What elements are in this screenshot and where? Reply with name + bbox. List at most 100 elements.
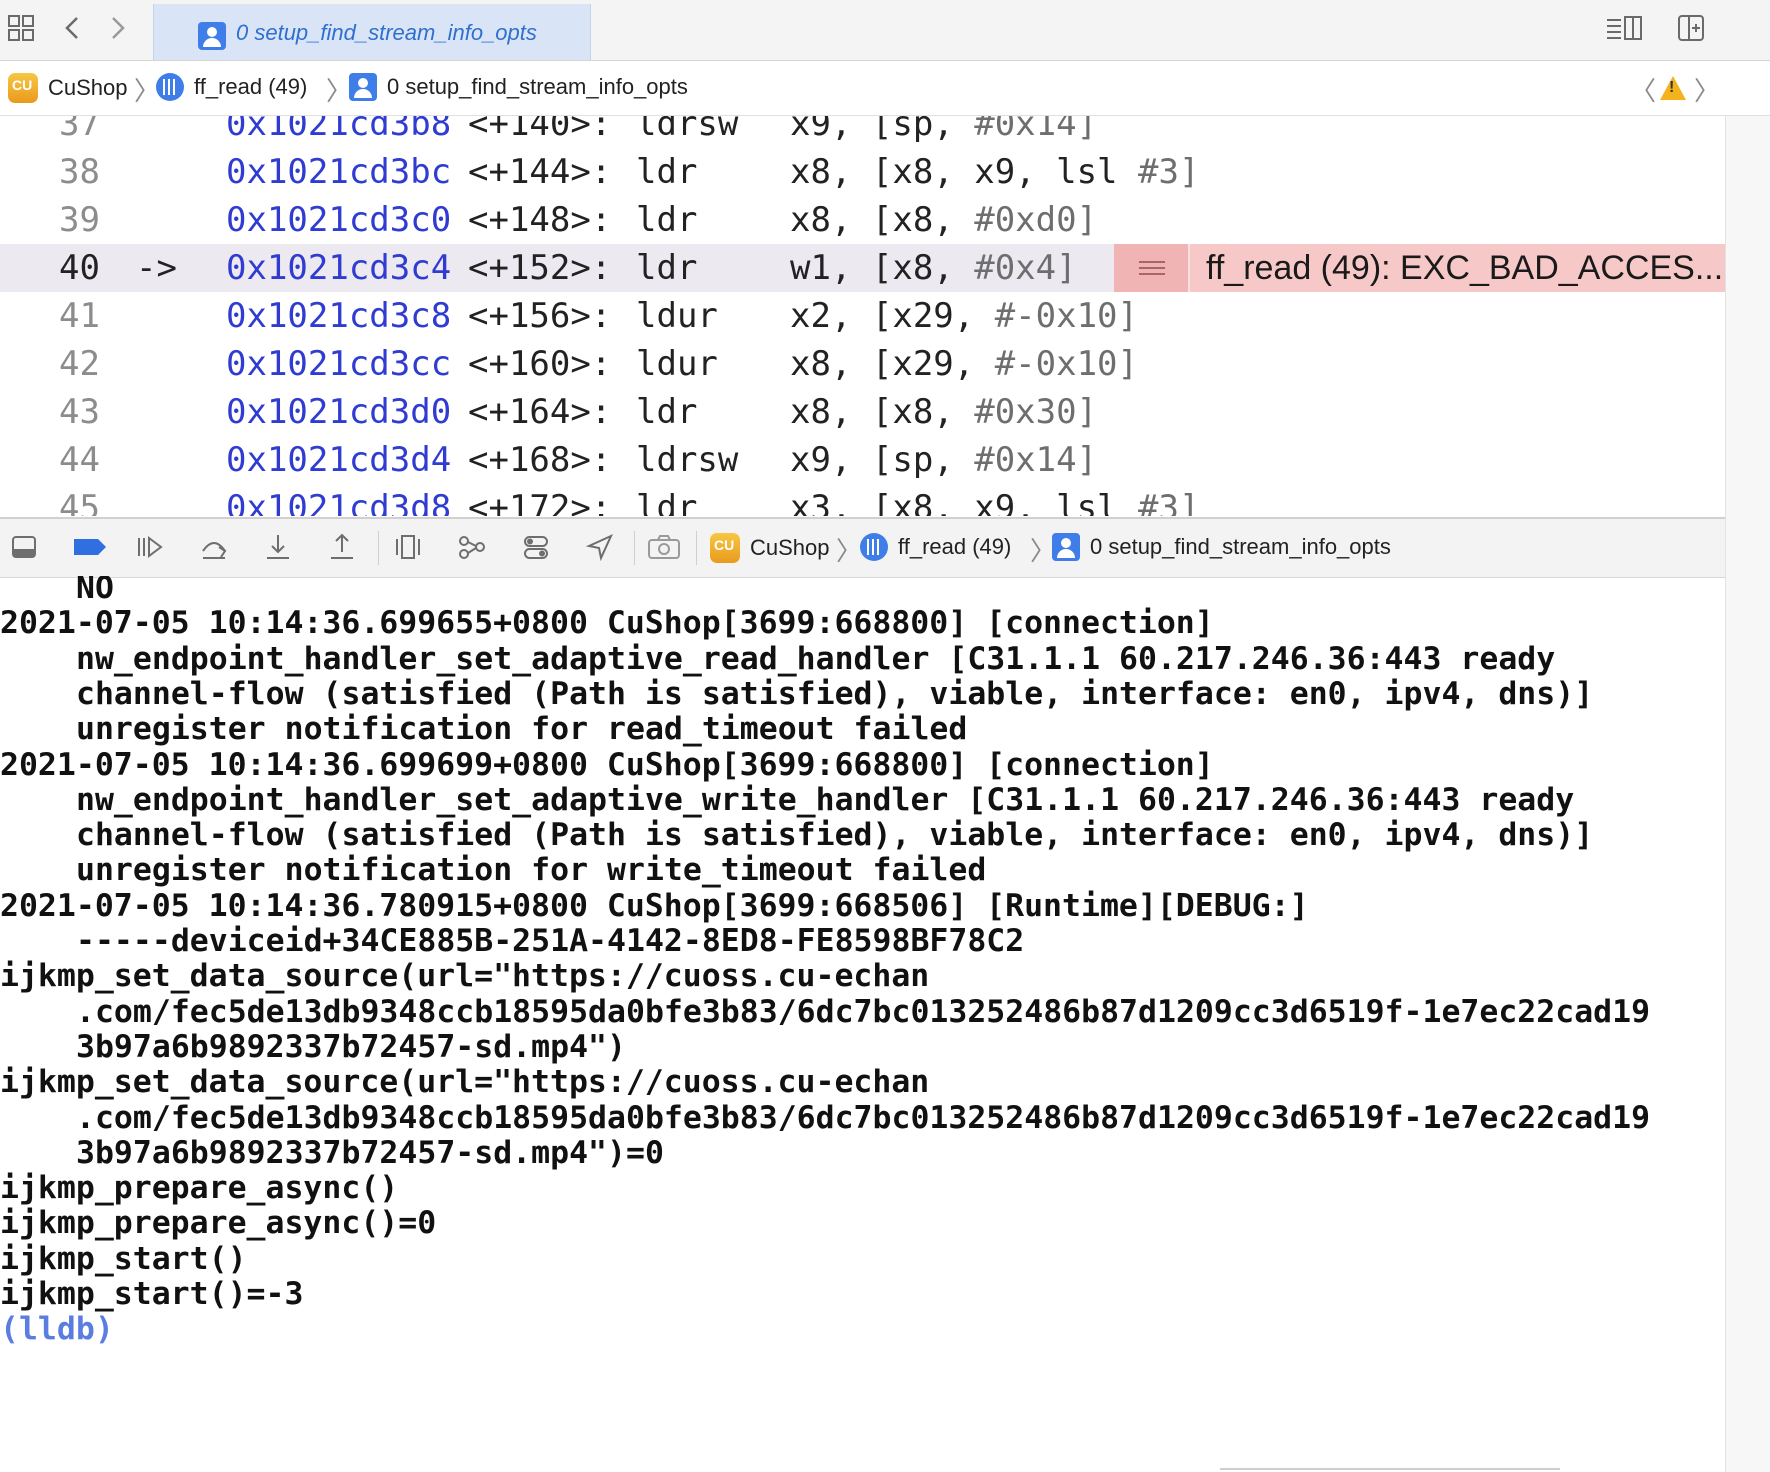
console-line: ijkmp_set_data_source(url="https://cuoss… [0,1064,930,1100]
breadcrumb-app[interactable]: CuShop [8,73,128,103]
step-out-icon[interactable] [326,533,358,563]
instruction-offset: <+152>: [468,248,612,288]
instruction-opcode: ldur [636,296,718,336]
view-hierarchy-icon[interactable] [392,533,424,563]
tab-setup-find-stream-info-opts[interactable]: 0 setup_find_stream_info_opts [153,4,591,60]
instruction-address: 0x1021cd3c4 [226,248,452,288]
line-number: 39 [59,200,100,240]
editor-options-icon[interactable] [1604,14,1644,44]
add-editor-icon[interactable] [1676,14,1706,44]
forward-icon[interactable] [102,14,132,44]
debug-breadcrumb-frame[interactable]: 0 setup_find_stream_info_opts [1052,533,1391,561]
instruction-offset: <+156>: [468,296,612,336]
debug-console[interactable]: NO 2021-07-05 10:14:36.699655+0800 CuShop… [0,576,1725,1472]
console-line: nw_endpoint_handler_set_adaptive_write_h… [76,782,1575,818]
instruction-row[interactable]: 39 0x1021cd3c0 <+148>: ldr x8, [x8, #0xd0] [0,196,1725,244]
app-icon [710,533,740,563]
instruction-address: 0x1021cd3bc [226,152,452,192]
scroll-gutter[interactable] [1725,116,1770,1472]
previous-issue-icon[interactable]: 〈 [1630,71,1656,108]
instruction-offset: <+164>: [468,392,612,432]
user-frame-icon [349,73,377,101]
breadcrumb-app-label: CuShop [48,75,128,100]
instruction-opcode: ldr [636,488,698,516]
instruction-offset: <+172>: [468,488,612,516]
debug-breadcrumb-app[interactable]: CuShop [710,533,830,563]
operand-registers: x3, [x8, x9, lsl [790,488,1138,516]
location-icon[interactable] [584,533,616,563]
menu-lines-icon[interactable] [1114,244,1190,292]
breakpoints-icon[interactable] [70,533,110,563]
console-line: channel-flow (satisfied (Path is satisfi… [76,676,1594,712]
lldb-prompt[interactable]: (lldb) [0,1309,114,1349]
line-number: 41 [59,296,100,336]
instruction-operands: x8, [x8, #0xd0] [790,196,1097,244]
console-line: nw_endpoint_handler_set_adaptive_read_ha… [76,641,1556,677]
user-frame-icon [198,22,226,50]
operand-immediate: #-0x10] [994,344,1138,384]
operand-immediate: #3] [1138,488,1200,516]
breadcrumb-frame[interactable]: 0 setup_find_stream_info_opts [349,73,688,101]
breadcrumb-thread[interactable]: ff_read (49) [156,73,307,101]
step-over-icon[interactable] [198,533,230,563]
back-icon[interactable] [58,14,88,44]
debug-bar: CuShop 〉 ff_read (49) 〉 0 setup_find_str… [0,517,1770,578]
instruction-operands: x8, [x29, #-0x10] [790,340,1138,388]
environment-icon[interactable] [520,533,552,563]
instruction-row[interactable]: 43 0x1021cd3d0 <+164>: ldr x8, [x8, #0x30] [0,388,1725,436]
current-instruction-row[interactable]: 40 -> 0x1021cd3c4 <+152>: ldr w1, [x8, #0x4] f… [0,244,1725,292]
scrollbar-thumb[interactable] [1220,1468,1560,1470]
instruction-row[interactable]: 42 0x1021cd3cc <+160>: ldur x8, [x29, #-0x10… [0,340,1725,388]
debug-breadcrumb-frame-label: 0 setup_find_stream_info_opts [1090,534,1391,559]
jump-bar: CuShop 〉 ff_read (49) 〉 0 setup_find_str… [0,61,1770,116]
warning-icon[interactable]: ! [1660,76,1686,100]
continue-icon[interactable] [134,533,166,563]
crash-message: ff_read (49): EXC_BAD_ACCES... [1206,249,1721,287]
console-line: 3b97a6b9892337b72457-sd.mp4")=0 [76,1135,664,1171]
breadcrumb-thread-label: ff_read (49) [194,74,308,99]
tab-bar: 0 setup_find_stream_info_opts [0,0,1770,61]
line-number: 42 [59,344,100,384]
toolbar-divider [696,531,697,565]
toolbar-divider [378,531,379,565]
instruction-address: 0x1021cd3d4 [226,440,452,480]
console-line: 2021-07-05 10:14:36.699655+0800 CuShop[3… [0,605,1214,641]
instruction-row[interactable]: 37 0x1021cd3b8 <+140>: ldrsw x9, [sp, #0x14] [0,116,1725,148]
operand-immediate: #0x14] [974,116,1098,144]
memory-graph-icon[interactable] [456,533,488,563]
toolbar-divider [634,531,635,565]
console-line: unregister notification for read_timeout… [76,711,968,747]
instruction-row[interactable]: 45 0x1021cd3d8 <+172>: ldr x3, [x8, x9, lsl … [0,484,1725,516]
debug-breadcrumb-thread-label: ff_read (49) [898,534,1012,559]
operand-immediate: #-0x10] [994,296,1138,336]
operand-immediate: #0x30] [974,392,1098,432]
instruction-row[interactable]: 44 0x1021cd3d4 <+168>: ldrsw x9, [sp, #0x14] [0,436,1725,484]
console-line: unregister notification for write_timeou… [76,852,987,888]
console-toggle-icon[interactable] [8,533,40,563]
instruction-address: 0x1021cd3c0 [226,200,452,240]
console-line: channel-flow (satisfied (Path is satisfi… [76,817,1594,853]
debug-breadcrumb-thread[interactable]: ff_read (49) [860,533,1011,561]
crash-annotation[interactable]: ff_read (49): EXC_BAD_ACCES... [1114,244,1725,292]
thread-icon [156,73,184,101]
instruction-offset: <+160>: [468,344,612,384]
camera-icon[interactable] [646,533,682,563]
operand-registers: x8, [x29, [790,344,995,384]
instruction-row[interactable]: 38 0x1021cd3bc <+144>: ldr x8, [x8, x9, lsl … [0,148,1725,196]
step-into-icon[interactable] [262,533,294,563]
operand-registers: x8, [x8, x9, lsl [790,152,1138,192]
next-issue-icon[interactable]: 〉 [1694,71,1720,108]
console-line: ijkmp_start() [0,1241,247,1277]
instruction-offset: <+148>: [468,200,612,240]
debug-breadcrumb-app-label: CuShop [750,535,830,560]
console-line: ijkmp_prepare_async()=0 [0,1205,437,1241]
instruction-address: 0x1021cd3c8 [226,296,452,336]
grid-icon[interactable] [6,14,36,44]
instruction-operands: x8, [x8, x9, lsl #3] [790,148,1199,196]
instruction-opcode: ldr [636,392,698,432]
instruction-offset: <+144>: [468,152,612,192]
disassembly-view[interactable]: 37 0x1021cd3b8 <+140>: ldrsw x9, [sp, #0x14]… [0,116,1725,516]
instruction-offset: <+140>: [468,116,612,144]
instruction-row[interactable]: 41 0x1021cd3c8 <+156>: ldur x2, [x29, #-0x10… [0,292,1725,340]
instruction-offset: <+168>: [468,440,612,480]
